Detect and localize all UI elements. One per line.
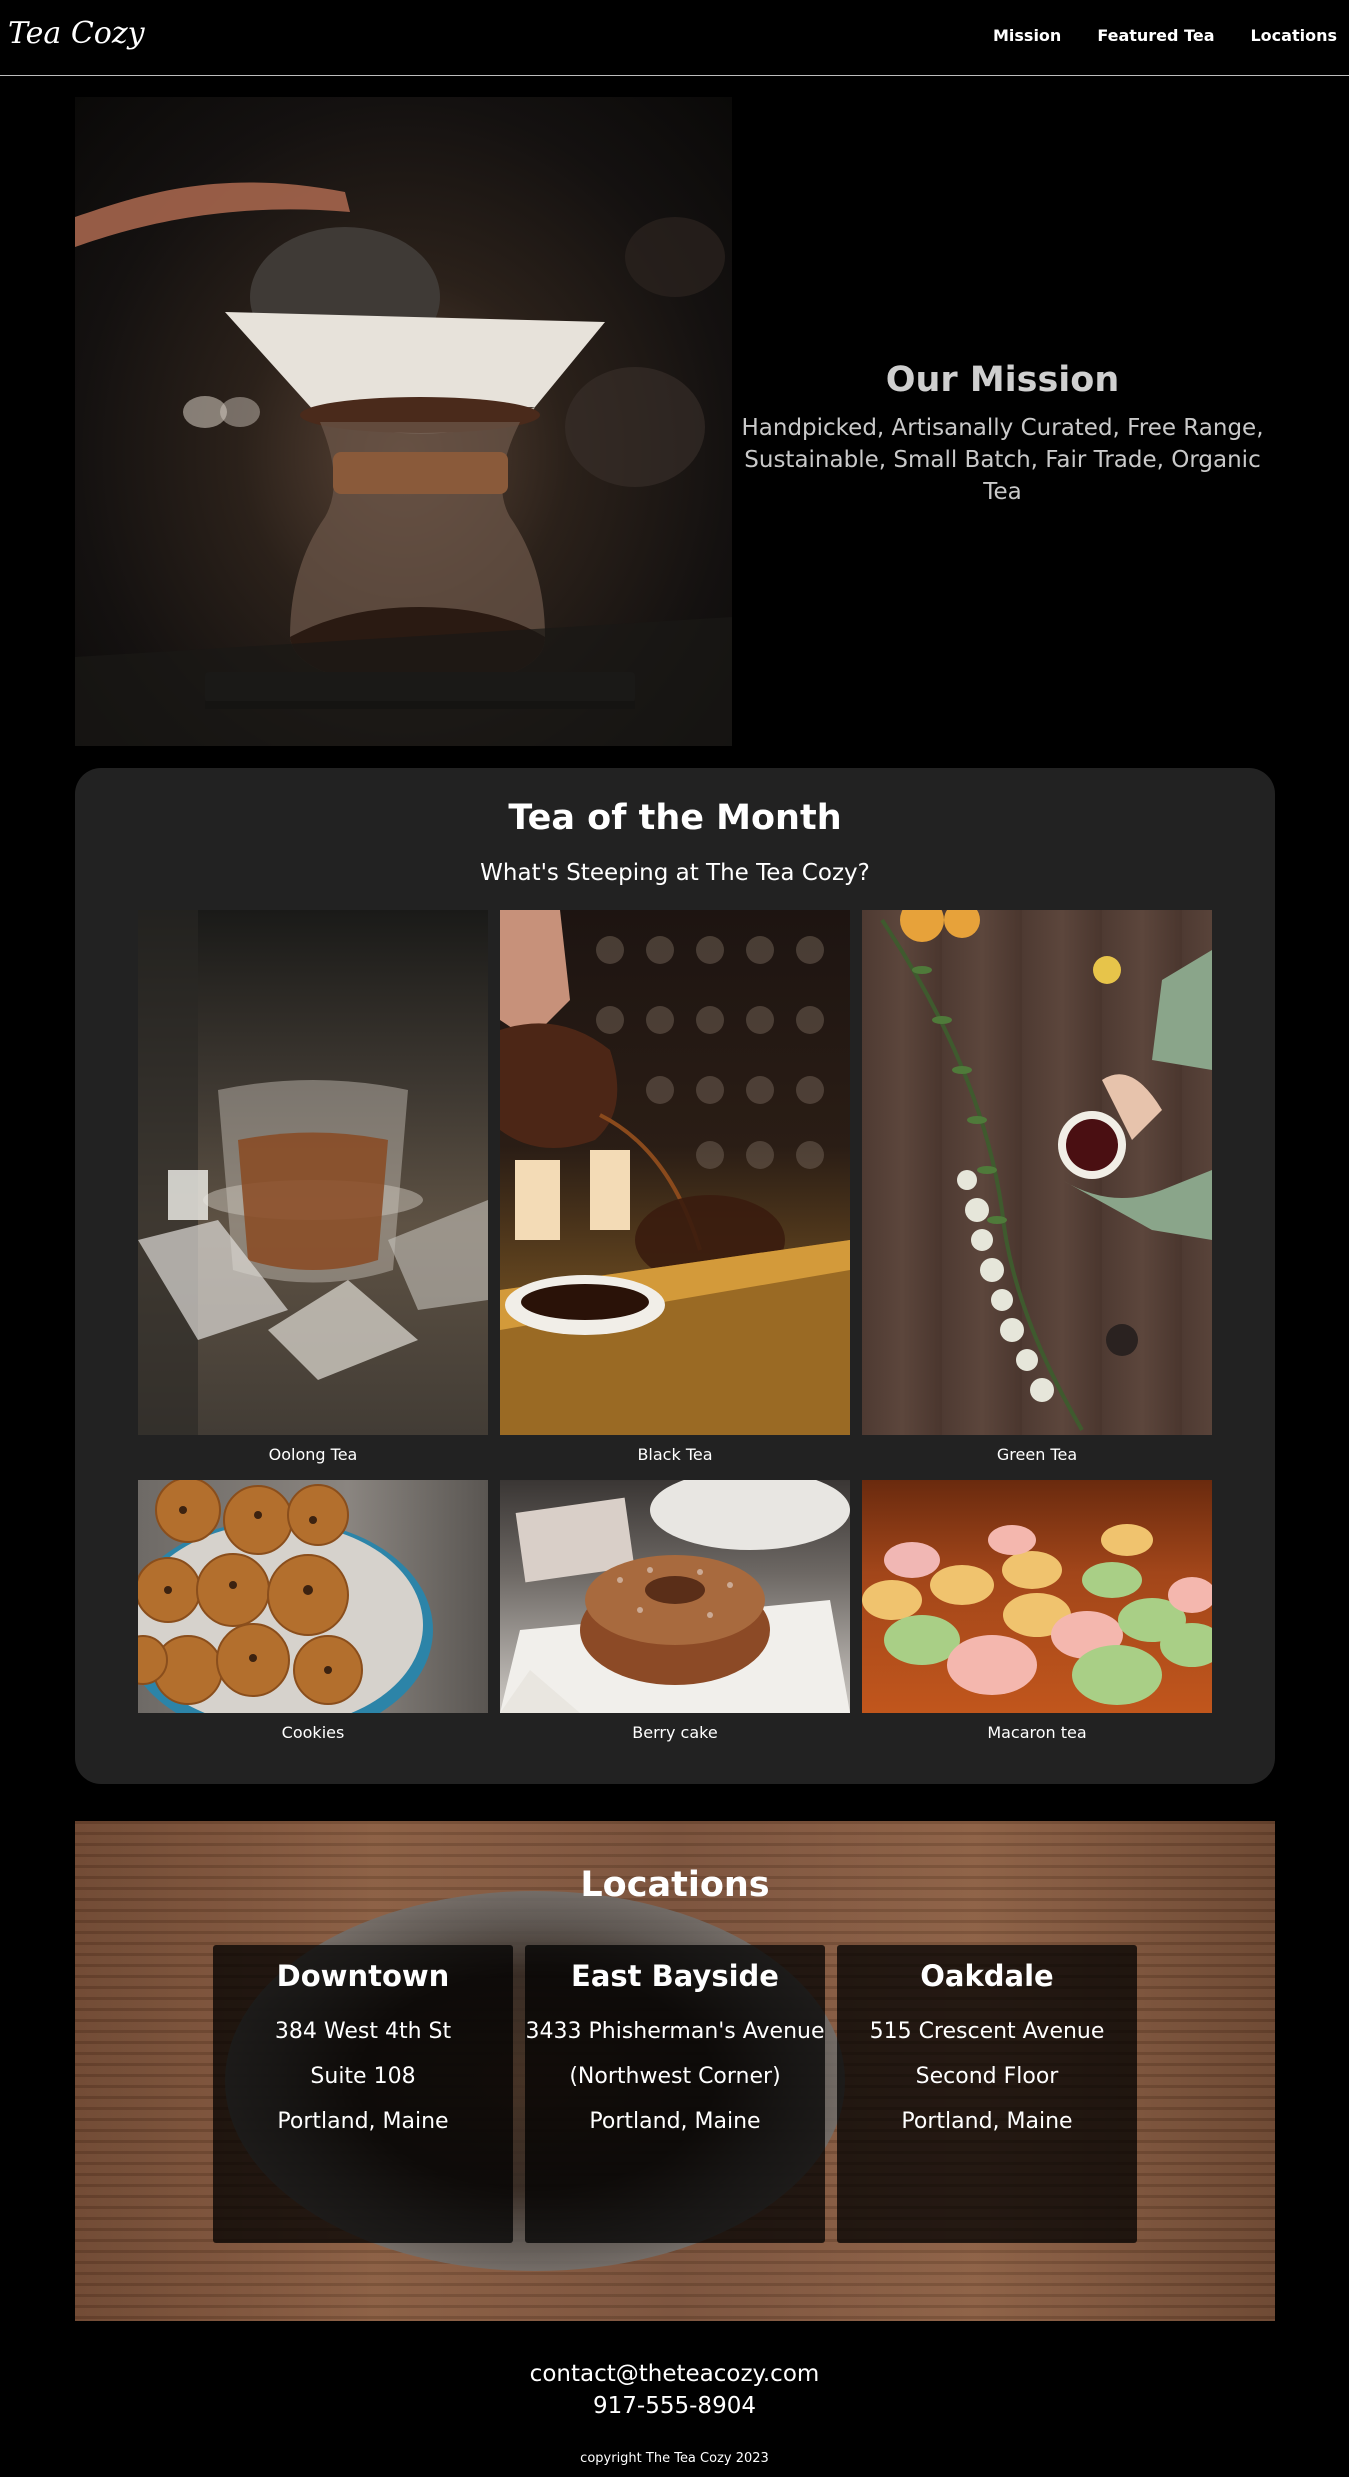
main-nav: Mission Featured Tea Locations (993, 26, 1337, 45)
nav-link-locations[interactable]: Locations (1250, 26, 1337, 45)
location-card-east-bayside: East Bayside 3433 Phisherman's Avenue (N… (525, 1945, 825, 2243)
berry-cake-photo (500, 1480, 850, 1713)
tea-caption-cookies: Cookies (281, 1723, 345, 1742)
macarons-photo (862, 1480, 1212, 1713)
tea-caption-berry-cake: Berry cake (632, 1723, 718, 1742)
nav-link-mission[interactable]: Mission (993, 26, 1061, 45)
featured-title: Tea of the Month (508, 798, 842, 838)
mission-photo (75, 97, 732, 746)
location-address-line: (Northwest Corner) (569, 2064, 781, 2089)
tea-card-berry-cake[interactable]: Berry cake (500, 1480, 850, 1742)
nav-link-featured-tea[interactable]: Featured Tea (1097, 26, 1214, 45)
tea-caption-oolong: Oolong Tea (268, 1445, 358, 1464)
tea-card-green[interactable]: Green Tea (862, 910, 1212, 1464)
black-tea-illustration (500, 910, 850, 1435)
location-card-oakdale: Oakdale 515 Crescent Avenue Second Floor… (837, 1945, 1137, 2243)
location-name: Downtown (276, 1959, 450, 1993)
cookies-illustration (138, 1480, 433, 1713)
location-address-line: Portland, Maine (277, 2109, 449, 2134)
tea-caption-black: Black Tea (637, 1445, 713, 1464)
location-address-line: Second Floor (915, 2064, 1059, 2089)
mission-section: Our Mission Handpicked, Artisanally Cura… (740, 360, 1265, 508)
tea-glass-photo (138, 910, 488, 1435)
berry-cake-illustration (500, 1480, 850, 1713)
tea-pour-photo (500, 910, 850, 1435)
macarons-illustration (862, 1524, 1212, 1705)
tea-card-cookies[interactable]: Cookies (138, 1480, 488, 1742)
tea-caption-macaron: Macaron tea (987, 1723, 1087, 1742)
site-header: Tea Cozy Mission Featured Tea Locations (0, 0, 1349, 76)
tea-card-black[interactable]: Black Tea (500, 910, 850, 1464)
location-address-line: 3433 Phisherman's Avenue (525, 2019, 825, 2044)
featured-subtitle: What's Steeping at The Tea Cozy? (480, 860, 870, 886)
tea-card-oolong[interactable]: Oolong Tea (138, 910, 488, 1464)
location-address-line: Portland, Maine (589, 2109, 761, 2134)
contact-info: contact@theteacozy.com 917-555-8904 (0, 2358, 1349, 2422)
mission-description: Handpicked, Artisanally Curated, Free Ra… (741, 415, 1264, 505)
location-card-downtown: Downtown 384 West 4th St Suite 108 Portl… (213, 1945, 513, 2243)
location-name: Oakdale (920, 1959, 1054, 1993)
location-address-line: Portland, Maine (901, 2109, 1073, 2134)
locations-title: Locations (580, 1865, 770, 1905)
tea-card-macaron[interactable]: Macaron tea (862, 1480, 1212, 1742)
green-tea-illustration (880, 910, 1212, 1432)
location-address-line: 515 Crescent Avenue (869, 2019, 1105, 2044)
tea-caption-green: Green Tea (996, 1445, 1078, 1464)
cookies-photo (138, 1480, 488, 1713)
location-name: East Bayside (571, 1959, 779, 1993)
pour-over-coffee-image (75, 182, 732, 746)
email-link[interactable]: contact@theteacozy.com (0, 2358, 1349, 2390)
location-address-line: Suite 108 (310, 2064, 416, 2089)
phone-link[interactable]: 917-555-8904 (0, 2390, 1349, 2422)
locations-section: Locations Downtown 384 West 4th St Suite… (75, 1821, 1275, 2321)
green-tea-cup-photo (862, 910, 1212, 1435)
mission-title: Our Mission (885, 360, 1120, 400)
logo[interactable]: Tea Cozy (8, 16, 145, 51)
copyright-text: copyright The Tea Cozy 2023 (580, 2451, 769, 2466)
location-address-line: 384 West 4th St (274, 2019, 452, 2044)
oolong-illustration (138, 910, 488, 1435)
featured-tea-section: Tea of the Month What's Steeping at The … (75, 768, 1275, 1784)
